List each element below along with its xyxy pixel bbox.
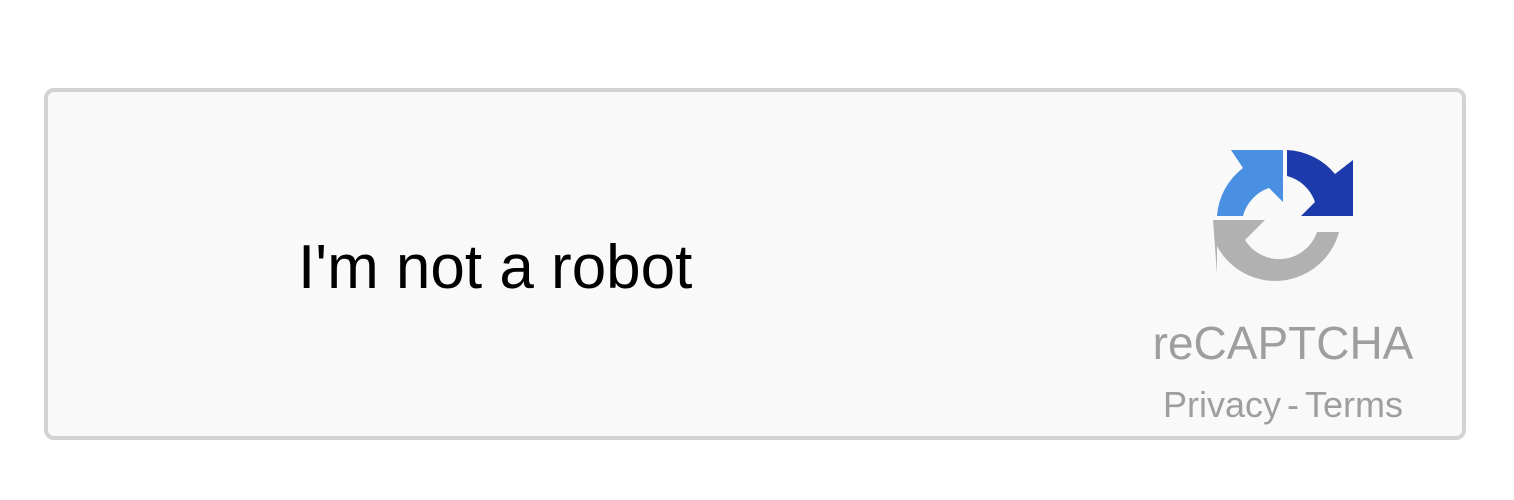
robot-checkbox[interactable] [110, 200, 240, 330]
recaptcha-brand-name: reCAPTCHA [1152, 317, 1414, 369]
terms-link[interactable]: Terms [1305, 384, 1403, 425]
link-separator: - [1287, 384, 1300, 425]
recaptcha-branding: reCAPTCHA Privacy - Terms [1143, 140, 1423, 430]
recaptcha-logo-icon [1213, 150, 1353, 281]
checkbox-label: I'm not a robot [298, 233, 693, 302]
recaptcha-widget: I'm not a robot reCAPTCHA Privacy - Terms [44, 88, 1466, 440]
brand-links: Privacy - Terms [1143, 384, 1423, 426]
privacy-link[interactable]: Privacy [1163, 384, 1281, 425]
